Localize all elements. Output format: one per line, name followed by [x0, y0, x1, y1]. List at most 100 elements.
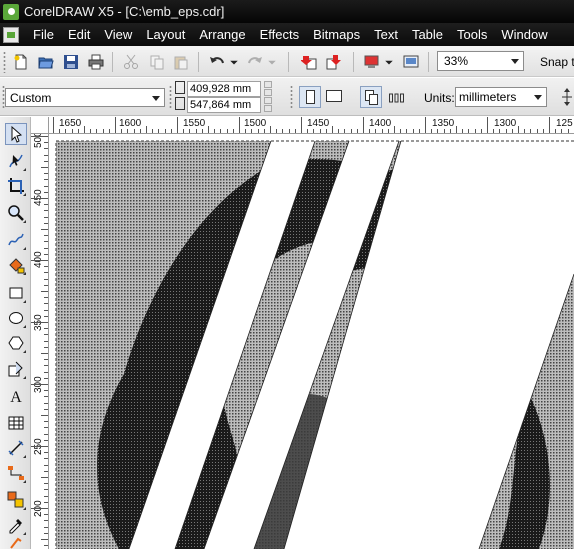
ruler-tick	[44, 210, 48, 212]
rectangle-tool-icon[interactable]	[5, 282, 27, 304]
ruler-tick	[41, 291, 48, 292]
paste-icon[interactable]	[172, 53, 190, 71]
basic-shapes-tool-icon[interactable]	[5, 358, 27, 380]
menu-edit[interactable]: Edit	[68, 27, 90, 42]
ruler-tick	[65, 129, 67, 133]
ruler-tick	[456, 126, 457, 133]
ruler-tick	[195, 129, 197, 133]
landscape-orientation-button[interactable]	[326, 90, 342, 102]
outline-tool-icon[interactable]	[5, 537, 27, 549]
ruler-label: 1400	[369, 118, 392, 129]
ruler-tick	[44, 284, 48, 286]
new-document-icon[interactable]	[12, 53, 30, 71]
artwork	[55, 140, 574, 549]
coreldraw-app-icon[interactable]	[3, 3, 19, 20]
drawing-canvas[interactable]	[49, 134, 574, 549]
ruler-tick	[177, 117, 178, 133]
undo-dropdown-icon[interactable]	[229, 53, 239, 71]
ellipse-tool-icon[interactable]	[5, 307, 27, 329]
save-icon[interactable]	[62, 53, 80, 71]
all-pages-button[interactable]	[360, 86, 382, 108]
page-width-field[interactable]: 409,928 mm	[187, 81, 261, 97]
chevron-down-icon[interactable]	[511, 59, 519, 64]
toolbar-grip[interactable]	[169, 85, 172, 109]
ruler-tick	[44, 359, 48, 361]
ruler-origin[interactable]	[31, 117, 49, 134]
ruler-tick	[313, 129, 315, 133]
ruler-tick	[381, 129, 383, 133]
shape-tool-icon[interactable]	[5, 150, 27, 172]
ruler-tick	[44, 315, 48, 317]
menu-window[interactable]: Window	[501, 27, 547, 42]
redo-icon[interactable]	[246, 53, 264, 71]
snap-to-button[interactable]: Snap to	[540, 55, 574, 69]
portrait-icon	[306, 90, 315, 104]
portrait-orientation-button[interactable]	[299, 86, 321, 108]
ruler-tick	[232, 129, 234, 133]
freehand-tool-icon[interactable]	[5, 229, 27, 251]
zoom-tool-icon[interactable]	[5, 202, 27, 224]
redo-dropdown-icon[interactable]	[267, 53, 277, 71]
menu-layout[interactable]: Layout	[146, 27, 185, 42]
ruler-tick	[44, 526, 48, 528]
ruler-tick	[524, 129, 526, 133]
menu-bitmaps[interactable]: Bitmaps	[313, 27, 360, 42]
window-title: CorelDRAW X5 - [C:\emb_eps.cdr]	[24, 4, 225, 19]
page-height-field[interactable]: 547,864 mm	[187, 97, 261, 113]
pick-tool-icon[interactable]	[5, 123, 27, 145]
page-width-spinner[interactable]	[264, 81, 281, 97]
dimension-tool-icon[interactable]	[5, 437, 27, 459]
undo-icon[interactable]	[208, 53, 226, 71]
connector-tool-icon[interactable]	[5, 462, 27, 484]
copy-icon[interactable]	[148, 53, 166, 71]
ruler-tick	[44, 427, 48, 429]
import-icon[interactable]	[300, 53, 318, 71]
ruler-tick	[44, 334, 48, 336]
print-icon[interactable]	[87, 53, 105, 71]
menu-table[interactable]: Table	[412, 27, 443, 42]
toolbar-grip[interactable]	[290, 85, 293, 109]
document-menu-icon[interactable]	[3, 26, 19, 43]
vertical-ruler[interactable]: 500 450 400 350 300 250 200	[31, 134, 49, 549]
units-combo[interactable]: millimeters	[455, 87, 547, 107]
page-size-value: Custom	[10, 90, 52, 105]
smart-fill-tool-icon[interactable]	[5, 254, 27, 276]
menu-arrange[interactable]: Arrange	[199, 27, 245, 42]
table-tool-icon[interactable]	[5, 412, 27, 434]
open-icon[interactable]	[37, 53, 55, 71]
chevron-down-icon[interactable]	[534, 95, 542, 100]
chevron-down-icon[interactable]	[152, 96, 160, 101]
welcome-screen-icon[interactable]	[402, 53, 420, 71]
ruler-tick	[44, 495, 48, 497]
ruler-tick	[183, 129, 185, 133]
menu-text[interactable]: Text	[374, 27, 398, 42]
page-height-spinner[interactable]	[264, 97, 281, 113]
ruler-tick	[487, 117, 488, 133]
ruler-tick	[44, 216, 48, 218]
cut-icon[interactable]	[122, 53, 140, 71]
nudge-distance-icon[interactable]	[560, 87, 574, 107]
export-icon[interactable]	[325, 53, 343, 71]
menu-tools[interactable]: Tools	[457, 27, 487, 42]
ruler-tick	[71, 129, 73, 133]
zoom-level-combo[interactable]: 33%	[437, 51, 524, 71]
polygon-tool-icon[interactable]	[5, 332, 27, 354]
ruler-tick	[201, 129, 203, 133]
current-page-button[interactable]	[389, 91, 405, 103]
crop-tool-icon[interactable]	[5, 175, 27, 197]
interactive-effects-tool-icon[interactable]	[5, 489, 27, 511]
ruler-tick	[44, 402, 48, 404]
ruler-tick	[44, 408, 48, 410]
toolbar-grip[interactable]	[3, 51, 6, 73]
ruler-tick	[44, 309, 48, 311]
launcher-dropdown-icon[interactable]	[384, 53, 394, 71]
menu-view[interactable]: View	[104, 27, 132, 42]
ruler-tick	[518, 126, 519, 133]
page-size-combo[interactable]: Custom	[5, 88, 165, 107]
menu-file[interactable]: File	[33, 27, 54, 42]
menu-effects[interactable]: Effects	[260, 27, 300, 42]
application-launcher-icon[interactable]	[363, 53, 381, 71]
eyedropper-tool-icon[interactable]	[5, 514, 27, 536]
text-tool-icon[interactable]: A	[5, 385, 27, 407]
horizontal-ruler[interactable]: 1650 1600 1550 1500 1450 1400 1350 1300 …	[49, 117, 574, 134]
